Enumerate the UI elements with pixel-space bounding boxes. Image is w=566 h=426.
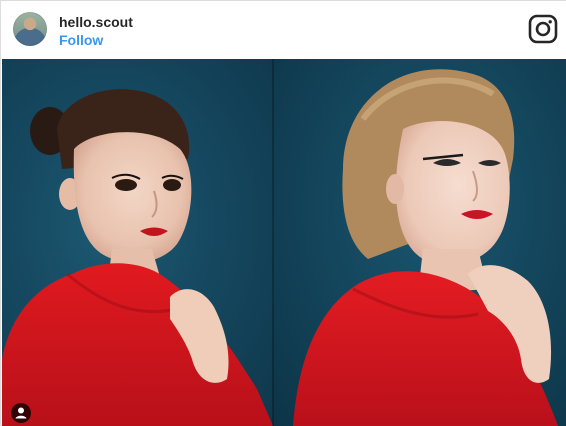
post-image[interactable]	[2, 59, 566, 426]
adult-portrait-illustration	[293, 69, 558, 426]
instagram-embed-card: hello.scout Follow	[0, 0, 566, 426]
photo-left-panel	[2, 59, 273, 426]
panel-divider	[272, 59, 274, 426]
post-header: hello.scout Follow	[1, 1, 566, 59]
follow-button[interactable]: Follow	[59, 32, 103, 48]
username[interactable]: hello.scout	[59, 14, 133, 30]
user-tag-icon[interactable]	[11, 403, 31, 423]
instagram-icon[interactable]	[528, 14, 558, 44]
child-portrait-illustration	[2, 89, 273, 426]
avatar[interactable]	[13, 12, 47, 46]
photo-right-panel	[273, 59, 566, 426]
